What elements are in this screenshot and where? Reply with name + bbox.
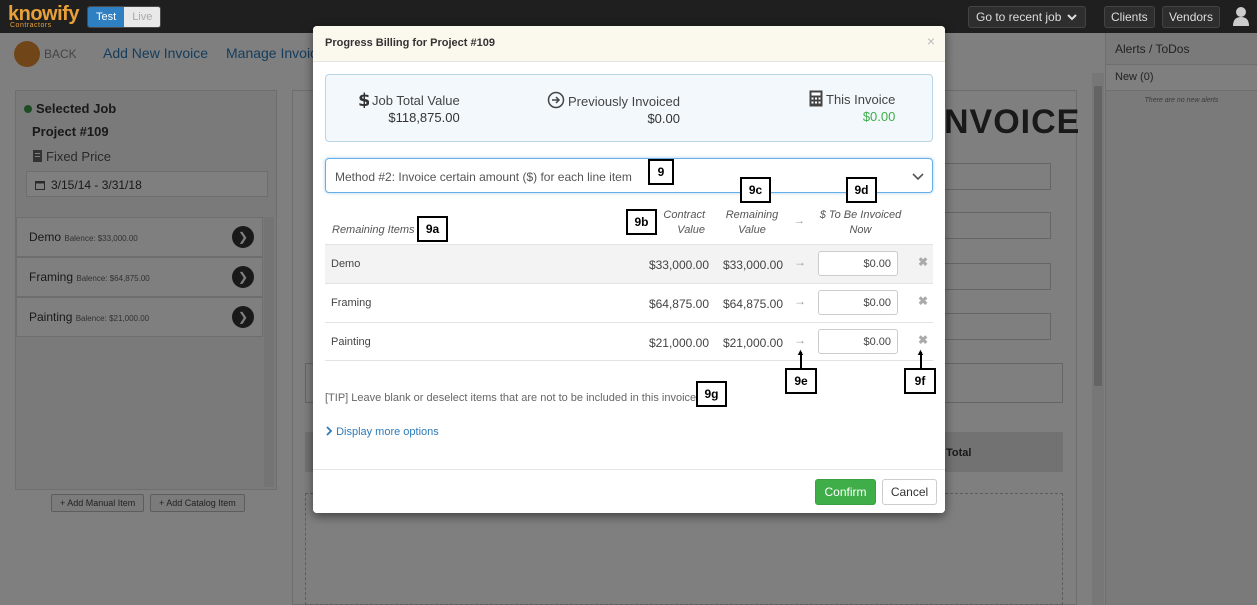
- annotation-tag-9f: 9f: [904, 368, 936, 394]
- modal-header: Progress Billing for Project #109 ×: [313, 26, 945, 62]
- amount-input[interactable]: $0.00: [818, 251, 898, 276]
- chevron-down-icon: [912, 173, 924, 181]
- row-contract-value: $21,000.00: [648, 336, 709, 350]
- job-total-label: Job Total Value: [372, 93, 460, 108]
- billing-method-value: Method #2: Invoice certain amount ($) fo…: [335, 170, 632, 184]
- remove-item-icon[interactable]: ✖: [918, 255, 928, 269]
- recent-job-dropdown[interactable]: Go to recent job: [968, 6, 1086, 28]
- amount-input[interactable]: $0.00: [818, 329, 898, 354]
- knowify-logo[interactable]: knowify: [8, 4, 79, 24]
- copy-remaining-arrow-icon[interactable]: →: [794, 333, 806, 347]
- modal-footer: Confirm Cancel: [313, 469, 945, 513]
- previously-invoiced-summary: Previously Invoiced $0.00: [547, 91, 680, 126]
- amount-input[interactable]: $0.00: [818, 290, 898, 315]
- row-item-name: Painting: [331, 336, 371, 348]
- this-invoice-value: $0.00: [862, 109, 896, 124]
- billing-method-select[interactable]: Method #2: Invoice certain amount ($) fo…: [325, 158, 933, 193]
- annotation-pointer-head-icon: ▲: [796, 347, 805, 357]
- user-icon[interactable]: [1232, 6, 1250, 26]
- header-contract-value: Contract Value: [663, 209, 705, 236]
- cancel-button[interactable]: Cancel: [882, 479, 937, 505]
- header-remaining-items: Remaining Items: [332, 224, 415, 236]
- svg-text:$: $: [358, 90, 369, 108]
- previously-invoiced-label: Previously Invoiced: [568, 94, 680, 109]
- previously-invoiced-value: $0.00: [647, 111, 680, 126]
- close-icon[interactable]: ×: [927, 33, 935, 49]
- calculator-icon: [809, 90, 823, 107]
- toggle-live[interactable]: Live: [124, 7, 161, 27]
- dollar-icon: $: [358, 90, 369, 108]
- vendors-button[interactable]: Vendors: [1162, 6, 1221, 28]
- table-row: Framing $64,875.00 $64,875.00 → $0.00 ✖: [325, 283, 933, 322]
- remove-item-icon[interactable]: ✖: [918, 333, 928, 347]
- this-invoice-label: This Invoice: [826, 92, 896, 107]
- row-contract-value: $64,875.00: [648, 297, 709, 311]
- row-remaining-value: $64,875.00: [722, 297, 783, 311]
- recent-job-label: Go to recent job: [976, 10, 1062, 24]
- toggle-test[interactable]: Test: [88, 7, 125, 27]
- annotation-tag-9e: 9e: [785, 368, 817, 394]
- annotation-tag-9a: 9a: [417, 216, 448, 242]
- annotation-tag-9g: 9g: [696, 381, 727, 407]
- table-row: Demo $33,000.00 $33,000.00 → $0.00 ✖: [325, 244, 933, 283]
- copy-remaining-arrow-icon[interactable]: →: [794, 294, 806, 308]
- logo-subtitle: Contractors: [10, 22, 52, 29]
- circle-arrow-right-icon: [547, 91, 565, 109]
- row-item-name: Demo: [331, 258, 361, 270]
- clients-button[interactable]: Clients: [1104, 6, 1155, 28]
- tip-text: [TIP] Leave blank or deselect items that…: [325, 392, 697, 404]
- row-item-name: Framing: [331, 297, 372, 309]
- modal-title: Progress Billing for Project #109: [325, 37, 495, 49]
- copy-remaining-arrow-icon[interactable]: →: [794, 255, 806, 269]
- annotation-tag-9: 9: [648, 159, 674, 185]
- header-to-be-invoiced: $ To Be Invoiced Now: [819, 209, 902, 236]
- header-remaining-value: Remaining Value: [725, 209, 779, 236]
- annotation-pointer-head-icon: ▲: [916, 347, 925, 357]
- display-more-options-link[interactable]: Display more options: [325, 426, 439, 438]
- confirm-button[interactable]: Confirm: [815, 479, 876, 505]
- table-row: Painting $21,000.00 $21,000.00 → $0.00 ✖: [325, 322, 933, 361]
- billing-summary: $ Job Total Value $118,875.00 Previously …: [325, 74, 933, 142]
- annotation-tag-9c: 9c: [740, 177, 771, 203]
- row-contract-value: $33,000.00: [648, 258, 709, 272]
- annotation-tag-9d: 9d: [846, 177, 877, 203]
- header-arrow-icon: →: [794, 215, 805, 227]
- chevron-down-icon: [1067, 14, 1077, 21]
- row-remaining-value: $33,000.00: [722, 258, 783, 272]
- annotation-tag-9b: 9b: [626, 209, 657, 235]
- job-total-value: $118,875.00: [388, 110, 460, 125]
- test-live-toggle[interactable]: Test Live: [87, 6, 162, 28]
- row-remaining-value: $21,000.00: [722, 336, 783, 350]
- this-invoice-summary: This Invoice $0.00: [809, 90, 895, 124]
- progress-billing-modal: Progress Billing for Project #109 × $ Job…: [313, 26, 945, 513]
- chevron-right-icon: [326, 426, 333, 436]
- job-total-summary: $ Job Total Value $118,875.00: [358, 90, 460, 125]
- remove-item-icon[interactable]: ✖: [918, 294, 928, 308]
